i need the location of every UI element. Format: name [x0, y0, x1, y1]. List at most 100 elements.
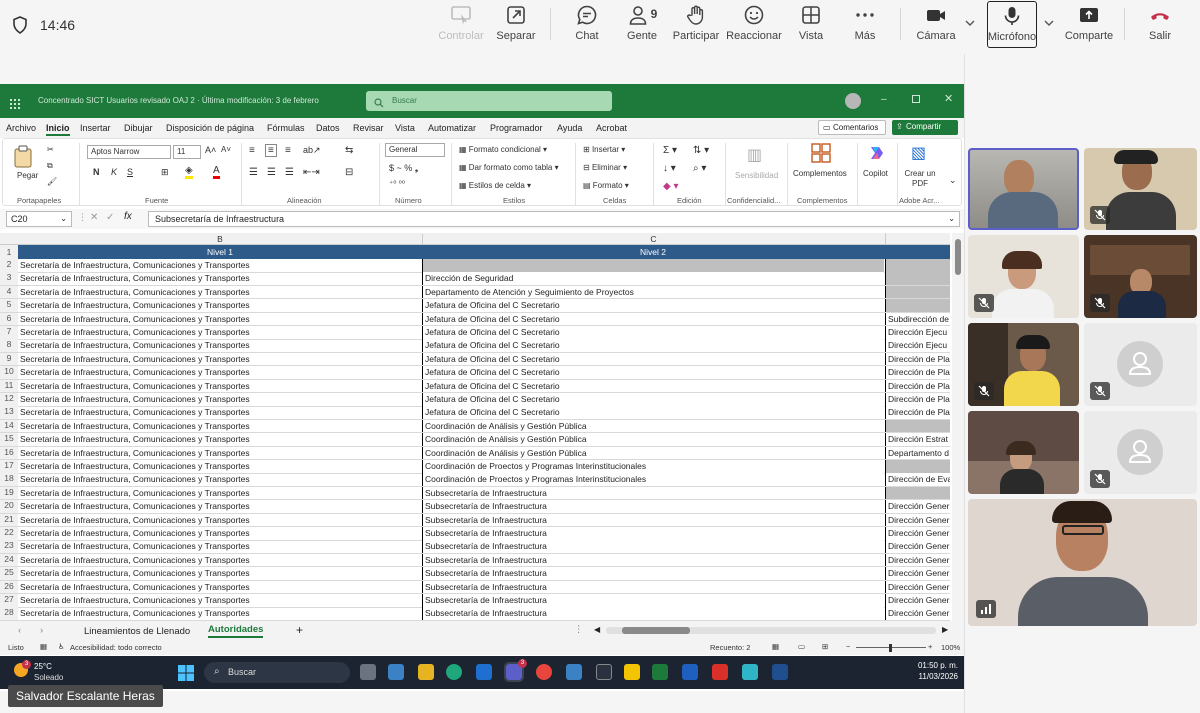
chrome-icon[interactable] — [536, 664, 552, 680]
app-icon[interactable] — [772, 664, 788, 680]
cell-nivel-2[interactable]: Jefatura de Oficina del C Secretario — [422, 299, 884, 312]
cell-nivel-2[interactable]: Coordinación de Análisis y Gestión Públi… — [422, 433, 884, 446]
comparte-button[interactable]: Comparte — [1062, 4, 1116, 50]
cell-nivel-3[interactable]: Dirección de Pla — [885, 406, 950, 419]
table-row[interactable]: 21 Secretaría de Infraestructura, Comunic… — [0, 513, 950, 528]
cell-nivel-1[interactable]: Secretaría de Infraestructura, Comunicac… — [19, 487, 421, 500]
tab-dibujar[interactable]: Dibujar — [124, 123, 153, 133]
cell-nivel-2[interactable]: Jefatura de Oficina del C Secretario — [422, 379, 884, 393]
cell-nivel-3[interactable]: Dirección de Pla — [885, 366, 950, 379]
column-header-d[interactable] — [885, 233, 950, 245]
cell-nivel-3[interactable]: Dirección Estrat — [885, 433, 950, 446]
sort-filter-icon[interactable]: ⇅ ▾ — [693, 145, 709, 156]
salir-button[interactable]: Salir — [1140, 4, 1180, 50]
cell-nivel-1[interactable]: Secretaría de Infraestructura, Comunicac… — [19, 406, 421, 419]
indent-icon[interactable]: ⇤⇥ — [303, 167, 320, 178]
function-icon[interactable]: fx — [124, 211, 132, 222]
formula-input[interactable]: Subsecretaría de Infraestructura ⌄ — [148, 211, 960, 227]
cell-nivel-3[interactable]: Dirección Ejecu — [885, 339, 950, 352]
table-row[interactable]: 13 Secretaría de Infraestructura, Comunic… — [0, 406, 950, 420]
orientation-icon[interactable]: ab↗ — [303, 145, 321, 156]
format-cells-button[interactable]: ▤ Formato ▾ — [583, 181, 629, 190]
clear-icon[interactable]: ◆ ▾ — [663, 181, 679, 192]
cell-nivel-1[interactable]: Secretaría de Infraestructura, Comunicac… — [19, 353, 421, 366]
table-row[interactable]: 28 Secretaría de Infraestructura, Comunic… — [0, 607, 950, 621]
cell-nivel-3[interactable] — [885, 419, 950, 433]
cell-nivel-1[interactable]: Secretaría de Infraestructura, Comunicac… — [19, 299, 421, 312]
table-row[interactable]: 12 Secretaría de Infraestructura, Comunic… — [0, 393, 950, 407]
cell-nivel-2[interactable]: Subsecretaría de Infraestructura — [422, 594, 884, 607]
table-row[interactable]: 16 Secretaría de Infraestructura, Comunic… — [0, 446, 950, 461]
cell-nivel-2[interactable]: Subsecretaría de Infraestructura — [422, 580, 884, 594]
table-row[interactable]: 27 Secretaría de Infraestructura, Comunic… — [0, 594, 950, 608]
self-view-tile[interactable] — [968, 499, 1197, 626]
close-icon[interactable]: ✕ — [944, 92, 953, 105]
cell-nivel-3[interactable]: Dirección de Pla — [885, 393, 950, 406]
cell-styles-button[interactable]: ▦ Estilos de celda ▾ — [459, 181, 531, 190]
sensitivity-label[interactable]: Sensibilidad — [735, 171, 778, 180]
align-center-icon[interactable]: ☰ — [267, 167, 276, 178]
cell-nivel-1[interactable]: Secretaría de Infraestructura, Comunicac… — [19, 527, 421, 540]
tab-datos[interactable]: Datos — [316, 123, 340, 133]
cell-nivel-2[interactable]: Subsecretaría de Infraestructura — [422, 553, 884, 567]
table-row[interactable]: 9 Secretaría de Infraestructura, Comunica… — [0, 352, 950, 367]
cell-nivel-1[interactable]: Secretaría de Infraestructura, Comunicac… — [19, 607, 421, 620]
cell-nivel-2[interactable]: Jefatura de Oficina del C Secretario — [422, 366, 884, 379]
enter-icon[interactable]: ✓ — [106, 212, 114, 223]
separar-button[interactable]: Separar — [494, 4, 538, 50]
participant-tile[interactable] — [1084, 235, 1197, 318]
zoom-slider[interactable] — [856, 644, 926, 652]
cell-nivel-2[interactable]: Subsecretaría de Infraestructura — [422, 607, 884, 620]
cell-nivel-3[interactable]: Dirección Gener — [885, 527, 950, 540]
hscroll-thumb[interactable] — [622, 627, 690, 634]
excel-icon[interactable] — [652, 664, 668, 680]
cell-nivel-3[interactable] — [885, 460, 950, 473]
bold-icon[interactable]: N — [93, 167, 100, 177]
cell-nivel-3[interactable] — [885, 272, 950, 285]
paste-label[interactable]: Pegar — [17, 171, 38, 180]
cell-nivel-3[interactable] — [885, 285, 950, 299]
cell-nivel-3[interactable]: Departamento d — [885, 446, 950, 460]
vista-button[interactable]: Vista — [790, 4, 832, 50]
participant-tile[interactable] — [1084, 148, 1197, 230]
excel-grid-icon[interactable] — [10, 96, 20, 114]
sheet-tab-lineamientos[interactable]: Lineamientos de Llenado — [84, 626, 190, 637]
zoom-level[interactable]: 100% — [941, 643, 960, 652]
app-icon[interactable] — [388, 664, 404, 680]
cell-nivel-1[interactable]: Secretaría de Infraestructura, Comunicac… — [19, 447, 421, 460]
scroll-right-icon[interactable]: ▶ — [942, 625, 948, 634]
grow-font-icon[interactable]: A˄ — [205, 145, 216, 155]
tab-revisar[interactable]: Revisar — [353, 123, 384, 133]
cut-icon[interactable]: ✂ — [47, 145, 54, 154]
cell-nivel-1[interactable]: Secretaría de Infraestructura, Comunicac… — [19, 313, 421, 326]
align-top-icon[interactable]: ≡ — [249, 145, 255, 156]
next-sheet-icon[interactable]: › — [40, 625, 43, 636]
table-row[interactable]: 19 Secretaría de Infraestructura, Comunic… — [0, 486, 950, 501]
table-row[interactable]: 20 Secretaría de Infraestructura, Comunic… — [0, 500, 950, 514]
align-bottom-icon[interactable]: ≡ — [285, 145, 291, 156]
outlook-icon[interactable] — [476, 664, 492, 680]
windows-start-icon[interactable] — [178, 665, 194, 686]
cell-nivel-3[interactable]: Dirección de Pla — [885, 379, 950, 393]
cell-nivel-1[interactable]: Secretaría de Infraestructura, Comunicac… — [19, 326, 421, 339]
table-row[interactable]: 8 Secretaría de Infraestructura, Comunica… — [0, 339, 950, 353]
participar-button[interactable]: Participar — [672, 4, 720, 50]
table-row[interactable]: 2 Secretaría de Infraestructura, Comunica… — [0, 259, 950, 273]
participant-tile[interactable] — [968, 235, 1079, 318]
page-layout-icon[interactable]: ▭ — [798, 642, 805, 651]
cell-nivel-2[interactable]: Subsecretaría de Infraestructura — [422, 513, 884, 527]
number-format-select[interactable]: General — [385, 143, 445, 157]
align-middle-icon[interactable]: ≡ — [265, 144, 277, 157]
cell-nivel-1[interactable]: Secretaría de Infraestructura, Comunicac… — [19, 420, 421, 433]
copilot-label[interactable]: Copilot — [863, 169, 888, 178]
edge-icon[interactable] — [446, 664, 462, 680]
cell-nivel-1[interactable]: Secretaría de Infraestructura, Comunicac… — [19, 393, 421, 406]
underline-icon[interactable]: S — [127, 167, 133, 177]
participant-tile-no-video[interactable] — [1084, 323, 1197, 406]
file-explorer-icon[interactable] — [418, 664, 434, 680]
gente-button[interactable]: 9 Gente — [620, 4, 664, 50]
participant-tile[interactable] — [968, 323, 1079, 406]
cell-nivel-3[interactable] — [885, 486, 950, 500]
zoom-out-icon[interactable]: − — [846, 642, 850, 651]
microfono-button[interactable]: Micrófono — [987, 1, 1037, 48]
